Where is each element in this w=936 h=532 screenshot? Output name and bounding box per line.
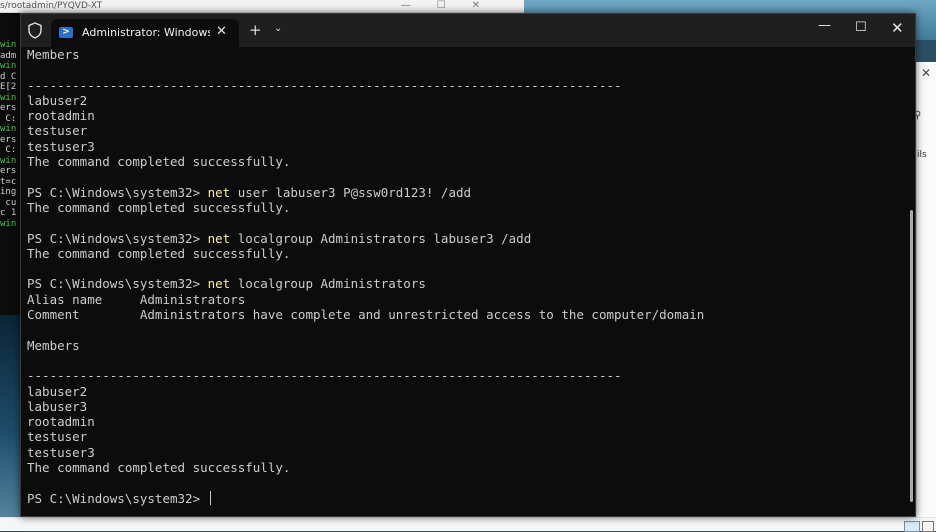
prompt: PS C:\Windows\system32>: [27, 230, 208, 246]
close-window-button[interactable]: ✕: [891, 19, 904, 37]
background-terminal-line: t=c: [0, 176, 17, 187]
command-line: PS C:\Windows\system32> net localgroup A…: [27, 231, 899, 246]
tab-dropdown-chevron-icon[interactable]: ⌄: [274, 23, 282, 34]
output-line: Alias name Administrators: [27, 291, 246, 307]
prompt: PS C:\Windows\system32>: [27, 490, 208, 506]
background-terminal-line: ers: [0, 103, 17, 113]
command-line: PS C:\Windows\system32> net user labuser…: [27, 185, 899, 200]
output-line: testuser: [27, 429, 88, 445]
console-scrollbar[interactable]: [910, 210, 913, 502]
background-panel-text: ils: [917, 150, 927, 160]
command-line: PS C:\Windows\system32> net localgroup A…: [27, 276, 899, 291]
background-window-title: s/rootadmin/PYQVD-XT: [0, 1, 103, 11]
prompt: PS C:\Windows\system32>: [27, 184, 208, 200]
background-terminal-line: ers: [0, 166, 17, 176]
console-output[interactable]: Members ---------------------------------…: [27, 47, 899, 515]
taskbar-window-icon[interactable]: [922, 521, 934, 532]
background-terminal-line: d C: [0, 71, 17, 82]
output-line: Comment Administrators have complete and…: [27, 307, 705, 323]
background-terminal-line: win: [0, 92, 17, 103]
command-name: net: [207, 184, 231, 200]
output-line: The command completed successfully.: [27, 245, 291, 261]
command-name: net: [207, 230, 231, 246]
background-terminal-line: c 1: [0, 208, 17, 218]
output-line: rootadmin: [27, 108, 95, 124]
tab-powershell[interactable]: > Administrator: Windows PowerShell ✕: [51, 19, 239, 47]
output-line: ----------------------------------------…: [27, 368, 622, 384]
background-terminal-line: win: [0, 218, 17, 229]
shield-icon: [28, 22, 42, 39]
output-line: ----------------------------------------…: [27, 77, 622, 93]
background-terminal-text: win adm win d C E[2 win ers C: win ers C: win ers t…: [0, 40, 22, 229]
background-terminal-line: C:: [0, 145, 17, 155]
background-terminal-line: cu: [0, 197, 17, 208]
new-tab-button[interactable]: +: [249, 21, 262, 39]
background-terminal-line: win: [0, 155, 17, 166]
output-line: labuser2: [27, 92, 88, 108]
command-name: net: [207, 276, 231, 292]
background-terminal-line: adm: [0, 50, 17, 61]
command-arguments: localgroup Administrators labuser3 /add: [230, 230, 532, 246]
text-cursor[interactable]: [209, 490, 211, 505]
titlebar[interactable]: > Administrator: Windows PowerShell ✕ + …: [21, 14, 915, 47]
command-line: PS C:\Windows\system32>: [27, 490, 899, 506]
background-terminal-line: win: [0, 40, 17, 50]
output-line: The command completed successfully.: [27, 154, 291, 170]
output-line: testuser3: [27, 444, 95, 460]
background-terminal-line: win: [0, 61, 17, 71]
taskbar-strip: [0, 517, 936, 532]
background-terminal-line: win: [0, 124, 17, 134]
powershell-icon: >: [59, 27, 73, 38]
background-terminal-line: E[2: [0, 82, 17, 92]
output-line: labuser3: [27, 398, 88, 414]
tab-close-icon[interactable]: ✕: [216, 24, 227, 39]
output-line: testuser: [27, 123, 88, 139]
terminal-window: > Administrator: Windows PowerShell ✕ + …: [20, 13, 916, 517]
background-window-titlebar: s/rootadmin/PYQVD-XT —☐✕: [0, 0, 524, 13]
background-window-controls: —☐✕: [400, 0, 506, 11]
background-side-panel: [916, 62, 936, 530]
taskbar-view-icon[interactable]: [904, 521, 920, 532]
background-panel-close-icon[interactable]: ✕: [921, 66, 931, 80]
background-terminal-line: ers: [0, 134, 17, 145]
output-line: The command completed successfully.: [27, 199, 291, 215]
minimize-button[interactable]: —: [818, 18, 831, 33]
output-line: rootadmin: [27, 414, 95, 430]
command-arguments: user labuser3 P@ssw0rd123! /add: [230, 184, 472, 200]
output-line: The command completed successfully.: [27, 460, 291, 476]
output-line: testuser3: [27, 138, 95, 154]
output-line: Members: [27, 337, 80, 353]
background-terminal-line: C:: [0, 113, 17, 124]
prompt: PS C:\Windows\system32>: [27, 276, 208, 292]
maximize-button[interactable]: ☐: [855, 20, 867, 35]
background-terminal-line: ing: [0, 187, 17, 197]
output-line: labuser2: [27, 383, 88, 399]
tab-title: Administrator: Windows PowerShell: [82, 26, 210, 39]
command-arguments: localgroup Administrators: [230, 276, 426, 292]
output-line: Members: [27, 47, 80, 62]
